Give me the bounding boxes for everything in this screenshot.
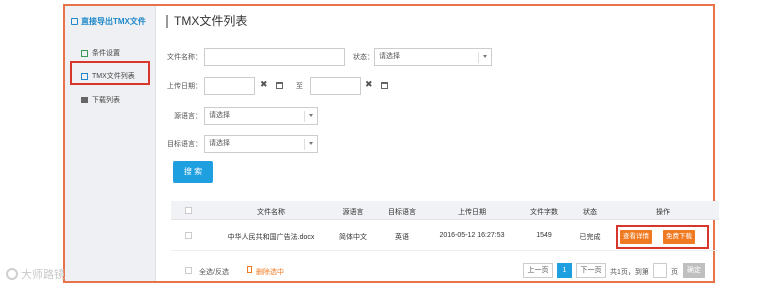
actions-highlight-box: 查看详情 免费下载 <box>616 225 709 249</box>
app-frame: 直接导出TMX文件 条件设置 TMX文件列表 下载列表 TMX文件列表 文件名称… <box>63 4 719 283</box>
row-filename: 中华人民共和国广告法.docx <box>227 234 315 241</box>
column-header-date: 上传日期 <box>458 209 486 216</box>
column-header-source: 源语言 <box>342 209 364 216</box>
row-status: 已完成 <box>579 234 601 241</box>
filename-input[interactable] <box>204 48 345 66</box>
export-icon <box>71 18 78 25</box>
row-source-lang: 简体中文 <box>339 234 367 241</box>
clear-start-date-icon[interactable]: ✖ <box>260 79 268 90</box>
sidebar-item-label: 下载列表 <box>92 97 120 104</box>
highlight-box <box>70 61 150 85</box>
view-details-button[interactable]: 查看详情 <box>620 230 652 244</box>
page-number-input[interactable] <box>653 263 667 278</box>
settings-icon <box>81 49 88 57</box>
delete-selected-link[interactable]: 删除选中 <box>256 267 284 277</box>
sidebar: 直接导出TMX文件 条件设置 TMX文件列表 下载列表 <box>65 6 156 281</box>
select-all-header-checkbox[interactable] <box>185 207 192 214</box>
page-title: TMX文件列表 <box>166 15 247 28</box>
column-header-target: 目标语言 <box>388 209 416 216</box>
go-page-button[interactable]: 确定 <box>683 263 705 278</box>
calendar-icon[interactable] <box>381 82 388 89</box>
target-lang-value: 请选择 <box>209 140 230 147</box>
status-select[interactable]: 请选择 <box>374 48 492 66</box>
sidebar-item-downloads[interactable]: 下载列表 <box>81 95 120 105</box>
table-footer: 全选/反选 删除选中 上一页 1 下一页 共1页，到第 页 确定 <box>171 261 719 281</box>
folder-icon <box>81 97 88 103</box>
watermark-logo-icon <box>6 268 18 280</box>
column-header-filename: 文件名称 <box>257 209 285 216</box>
calendar-icon[interactable] <box>276 82 283 89</box>
search-button[interactable]: 搜 索 <box>173 161 213 183</box>
main-content: TMX文件列表 文件名称： 状态： 请选择 上传日期： ✖ 至 ✖ 源语言： 请… <box>156 6 719 281</box>
date-separator: 至 <box>296 83 303 90</box>
current-page[interactable]: 1 <box>557 263 572 278</box>
target-lang-label: 目标语言： <box>167 141 202 148</box>
filename-label: 文件名称： <box>167 54 202 61</box>
status-label: 状态： <box>353 54 374 61</box>
source-lang-select[interactable]: 请选择 <box>204 107 318 125</box>
status-select-value: 请选择 <box>379 53 400 60</box>
sidebar-item-conditions[interactable]: 条件设置 <box>81 48 120 58</box>
sidebar-title-label: 直接导出TMX文件 <box>81 17 146 26</box>
page-suffix-label: 页 <box>671 269 678 276</box>
row-target-lang: 英语 <box>395 234 409 241</box>
watermark-text: 大师路镜 <box>21 269 65 281</box>
column-header-actions: 操作 <box>656 209 670 216</box>
trash-icon <box>247 266 252 273</box>
chevron-down-icon <box>483 55 487 58</box>
free-download-button[interactable]: 免费下载 <box>663 230 695 244</box>
next-page-button[interactable]: 下一页 <box>576 263 606 278</box>
row-word-count: 1549 <box>536 232 552 239</box>
table-row: 中华人民共和国广告法.docx 简体中文 英语 2016-05-12 16:27… <box>171 220 719 251</box>
table-header: 文件名称 源语言 目标语言 上传日期 文件字数 状态 操作 <box>171 201 719 220</box>
select-all-checkbox[interactable] <box>185 267 192 274</box>
column-header-words: 文件字数 <box>530 209 558 216</box>
upload-date-label: 上传日期： <box>167 83 202 90</box>
end-date-input[interactable] <box>310 77 361 95</box>
clear-end-date-icon[interactable]: ✖ <box>365 79 373 90</box>
column-header-status: 状态 <box>583 209 597 216</box>
source-lang-label: 源语言： <box>174 113 202 120</box>
source-lang-value: 请选择 <box>209 112 230 119</box>
watermark: 大师路镜 <box>6 266 65 282</box>
sidebar-item-label: 条件设置 <box>92 50 120 57</box>
select-all-label[interactable]: 全选/反选 <box>199 267 229 277</box>
row-checkbox[interactable] <box>185 232 192 239</box>
sidebar-title: 直接导出TMX文件 <box>71 16 146 27</box>
chevron-down-icon <box>309 114 313 117</box>
chevron-down-icon <box>309 142 313 145</box>
prev-page-button[interactable]: 上一页 <box>523 263 553 278</box>
page-total-label: 共1页，到第 <box>610 269 649 276</box>
target-lang-select[interactable]: 请选择 <box>204 135 318 153</box>
start-date-input[interactable] <box>204 77 255 95</box>
row-upload-date: 2016-05-12 16:27:53 <box>439 232 505 239</box>
